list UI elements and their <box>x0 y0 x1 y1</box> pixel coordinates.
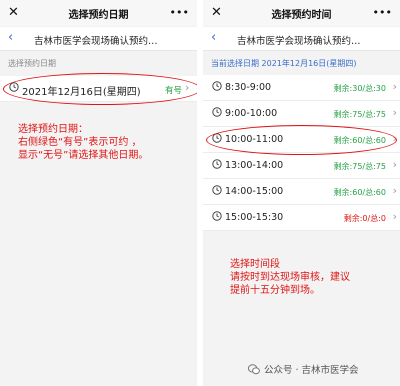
current-date-label: 当前选择日期 2021年12月16日(星期四) <box>211 59 357 68</box>
clock-icon <box>212 81 222 91</box>
time-slot-row[interactable]: 14:00-15:00 剩余:60/总:60 › <box>203 179 400 205</box>
nav-title: 吉林市医学会现场确认预约… <box>237 36 361 47</box>
more-icon[interactable]: ••• <box>170 6 189 19</box>
slot-time: 15:00-15:30 <box>225 212 284 223</box>
date-selection-panel: ✕ 选择预约日期 ••• ‹ 吉林市医学会现场确认预约… 选择预约日期 2021… <box>0 0 201 386</box>
annotation-line: 右侧绿色“有号”表示可约 ， <box>18 137 142 148</box>
back-chevron-icon[interactable]: ‹ <box>211 30 216 45</box>
slot-time: 13:00-14:00 <box>225 160 284 171</box>
slot-time: 8:30-9:00 <box>225 82 272 93</box>
annotation-line: 请按时到达现场审核，建议 <box>230 272 350 283</box>
chevron-right-icon: › <box>392 184 397 197</box>
clock-icon <box>212 185 222 195</box>
availability-badge: 有号 <box>165 86 183 96</box>
more-icon[interactable]: ••• <box>373 6 392 19</box>
chevron-right-icon: › <box>185 81 190 94</box>
clock-icon <box>212 107 222 117</box>
back-chevron-icon[interactable]: ‹ <box>8 30 13 45</box>
slot-quota: 剩余:0/总:0 <box>343 214 386 223</box>
page-title: 选择预约日期 <box>68 9 129 21</box>
annotation-line: 显示“无号”请选择其他日期。 <box>18 150 149 161</box>
date-option-row[interactable]: 2021年12月16日(星期四) 有号 › <box>0 76 197 102</box>
window-titlebar: ✕ 选择预约日期 ••• <box>0 0 197 26</box>
annotation-line: 提前十五分钟到场。 <box>230 285 320 296</box>
date-label: 2021年12月16日(星期四) <box>22 87 141 98</box>
clock-icon <box>212 211 222 221</box>
nav-title: 吉林市医学会现场确认预约… <box>34 36 158 47</box>
chevron-right-icon: › <box>392 80 397 93</box>
slot-quota: 剩余:75/总:75 <box>333 162 386 171</box>
close-icon[interactable]: ✕ <box>211 5 222 20</box>
nav-bar: ‹ 吉林市医学会现场确认预约… <box>0 27 197 51</box>
chevron-right-icon: › <box>392 158 397 171</box>
slot-time: 14:00-15:00 <box>225 186 284 197</box>
time-slot-row[interactable]: 9:00-10:00 剩余:75/总:75 › <box>203 101 400 127</box>
slot-time: 9:00-10:00 <box>225 108 278 119</box>
slot-quota: 剩余:30/总:30 <box>333 84 386 93</box>
watermark-text: 公众号 · 吉林市医学会 <box>264 365 359 376</box>
slot-quota: 剩余:60/总:60 <box>333 136 386 145</box>
annotation-line: 选择预约日期： <box>18 124 88 135</box>
annotation-text: 选择预约日期： 右侧绿色“有号”表示可约 ， 显示“无号”请选择其他日期。 <box>18 123 148 162</box>
window-titlebar: ✕ 选择预约时间 ••• <box>203 0 400 26</box>
annotation-text: 选择时间段 请按时到达现场审核，建议 提前十五分钟到场。 <box>230 258 350 297</box>
page-title: 选择预约时间 <box>271 9 332 21</box>
clock-icon <box>212 159 222 169</box>
chevron-right-icon: › <box>392 210 397 223</box>
time-slot-list: 8:30-9:00 剩余:30/总:30 › 9:00-10:00 剩余:75/… <box>203 75 400 231</box>
slot-quota: 剩余:60/总:60 <box>333 188 386 197</box>
clock-icon <box>9 82 19 92</box>
wechat-icon <box>248 363 260 374</box>
time-slot-row[interactable]: 15:00-15:30 剩余:0/总:0 › <box>203 205 400 231</box>
time-slot-row[interactable]: 13:00-14:00 剩余:75/总:75 › <box>203 153 400 179</box>
watermark: 公众号 · 吉林市医学会 <box>248 362 359 376</box>
nav-bar: ‹ 吉林市医学会现场确认预约… <box>203 27 400 51</box>
slot-time: 10:00-11:00 <box>225 134 284 145</box>
annotation-line: 选择时间段 <box>230 259 280 270</box>
time-selection-panel: ✕ 选择预约时间 ••• ‹ 吉林市医学会现场确认预约… 当前选择日期 2021… <box>203 0 400 386</box>
chevron-right-icon: › <box>392 132 397 145</box>
close-icon[interactable]: ✕ <box>8 5 19 20</box>
clock-icon <box>212 133 222 143</box>
section-label: 选择预约日期 <box>8 59 56 68</box>
time-slot-row[interactable]: 10:00-11:00 剩余:60/总:60 › <box>203 127 400 153</box>
time-slot-row[interactable]: 8:30-9:00 剩余:30/总:30 › <box>203 75 400 101</box>
slot-quota: 剩余:75/总:75 <box>333 110 386 119</box>
chevron-right-icon: › <box>392 106 397 119</box>
